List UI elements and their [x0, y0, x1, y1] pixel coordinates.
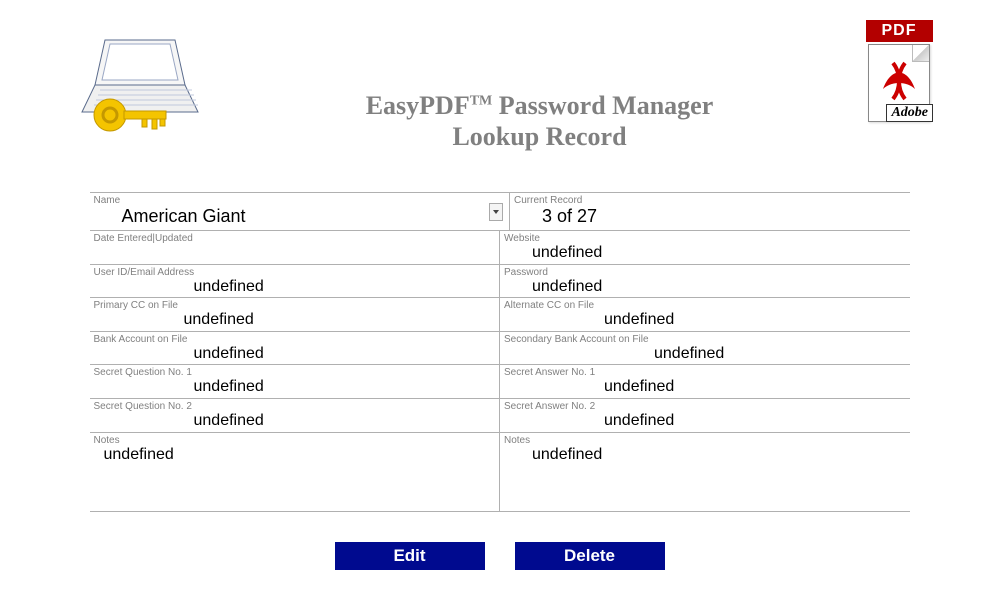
secret-a2-cell: Secret Answer No. 2 undefined	[500, 398, 910, 432]
secret-a1-cell: Secret Answer No. 1 undefined	[500, 364, 910, 398]
app-logo	[0, 10, 280, 140]
secondary-bank-label: Secondary Bank Account on File	[504, 334, 906, 345]
primary-cc-cell: Primary CC on File undefined	[90, 297, 501, 331]
date-entered-cell: Date Entered|Updated	[90, 230, 501, 264]
title-line1-a: EasyPDF	[366, 91, 470, 120]
bank-account-value: undefined	[94, 345, 496, 363]
secret-a1-value: undefined	[504, 378, 906, 396]
name-label: Name	[94, 195, 486, 206]
website-label: Website	[504, 233, 906, 244]
primary-cc-label: Primary CC on File	[94, 300, 496, 311]
title-line1-b: Password Manager	[492, 91, 713, 120]
alternate-cc-value: undefined	[504, 311, 906, 329]
secret-a2-label: Secret Answer No. 2	[504, 401, 906, 412]
secret-q2-value: undefined	[94, 412, 496, 430]
notes-left-label: Notes	[94, 435, 496, 446]
password-cell: Password undefined	[500, 264, 910, 298]
password-label: Password	[504, 267, 906, 278]
current-record-value: 3 of 27	[514, 206, 906, 228]
secret-q1-cell: Secret Question No. 1 undefined	[90, 364, 501, 398]
edit-button[interactable]: Edit	[335, 542, 485, 570]
record-form: Name American Giant Current Record 3 of …	[90, 192, 910, 569]
adobe-tag: Adobe	[886, 104, 933, 122]
notes-right-cell: Notes undefined	[500, 432, 910, 512]
current-record-label: Current Record	[514, 195, 906, 206]
bank-account-cell: Bank Account on File undefined	[90, 331, 501, 365]
secondary-bank-cell: Secondary Bank Account on File undefined	[500, 331, 910, 365]
date-entered-label: Date Entered|Updated	[94, 233, 496, 244]
delete-button[interactable]: Delete	[515, 542, 665, 570]
website-value: undefined	[504, 244, 906, 262]
notes-right-value: undefined	[504, 446, 906, 464]
notes-right-label: Notes	[504, 435, 906, 446]
name-dropdown-caret[interactable]	[489, 203, 503, 221]
alternate-cc-label: Alternate CC on File	[504, 300, 906, 311]
secret-q1-value: undefined	[94, 378, 496, 396]
secret-a2-value: undefined	[504, 412, 906, 430]
alternate-cc-cell: Alternate CC on File undefined	[500, 297, 910, 331]
secret-q2-label: Secret Question No. 2	[94, 401, 496, 412]
password-value: undefined	[504, 278, 906, 296]
button-row: Edit Delete	[90, 542, 910, 570]
pdf-document-icon: Adobe	[868, 44, 930, 122]
secret-a1-label: Secret Answer No. 1	[504, 367, 906, 378]
user-id-label: User ID/Email Address	[94, 267, 496, 278]
page-title: EasyPDFTM Password Manager Lookup Record	[280, 10, 799, 152]
website-cell: Website undefined	[500, 230, 910, 264]
secret-q1-label: Secret Question No. 1	[94, 367, 496, 378]
secret-q2-cell: Secret Question No. 2 undefined	[90, 398, 501, 432]
user-id-cell: User ID/Email Address undefined	[90, 264, 501, 298]
header: EasyPDFTM Password Manager Lookup Record…	[0, 0, 999, 152]
name-cell[interactable]: Name American Giant	[90, 192, 511, 230]
title-line2: Lookup Record	[452, 122, 626, 151]
name-value: American Giant	[94, 206, 486, 228]
user-id-value: undefined	[94, 278, 496, 296]
current-record-cell: Current Record 3 of 27	[510, 192, 910, 230]
bank-account-label: Bank Account on File	[94, 334, 496, 345]
pdf-badge-label: PDF	[866, 20, 933, 42]
laptop-key-icon	[80, 30, 200, 140]
primary-cc-value: undefined	[94, 311, 496, 329]
notes-left-value: undefined	[94, 446, 496, 464]
notes-left-cell: Notes undefined	[90, 432, 501, 512]
title-tm: TM	[470, 93, 493, 108]
secondary-bank-value: undefined	[504, 345, 906, 363]
pdf-logo: PDF Adobe	[799, 10, 999, 122]
